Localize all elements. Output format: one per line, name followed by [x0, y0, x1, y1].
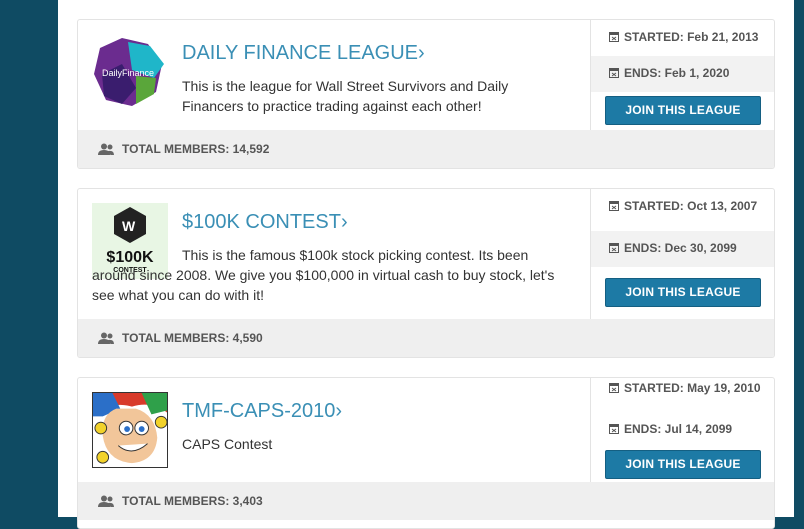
league-title-link[interactable]: $100K CONTEST›	[182, 211, 348, 234]
league-dates-panel: STARTED: May 19, 2010 ENDS: Jul 14, 2099…	[590, 378, 774, 482]
members-count: TOTAL MEMBERS: 3,403	[122, 494, 263, 508]
members-icon	[98, 143, 114, 155]
ends-date: ENDS: Feb 1, 2020	[591, 56, 774, 92]
league-title-link[interactable]: TMF-CAPS-2010›	[182, 400, 342, 423]
ends-text: ENDS: Jul 14, 2099	[624, 422, 733, 436]
join-league-button[interactable]: JOIN THIS LEAGUE	[605, 278, 761, 307]
started-date: STARTED: Feb 21, 2013	[591, 20, 774, 56]
calendar-icon	[609, 423, 619, 434]
league-card: W $100K CONTEST $100K CONTEST› This is t…	[77, 188, 775, 358]
started-date: STARTED: May 19, 2010	[591, 378, 774, 412]
ends-text: ENDS: Feb 1, 2020	[624, 66, 730, 80]
logo-mark: W	[122, 218, 136, 234]
ends-date: ENDS: Dec 30, 2099	[591, 231, 774, 267]
league-dates-panel: STARTED: Feb 21, 2013 ENDS: Feb 1, 2020 …	[590, 20, 774, 130]
daily-finance-logo[interactable]: DailyFinance	[92, 34, 168, 110]
calendar-icon	[609, 31, 619, 42]
members-footer: TOTAL MEMBERS: 4,590	[78, 319, 774, 357]
league-title-link[interactable]: DAILY FINANCE LEAGUE›	[182, 42, 425, 65]
league-card: DailyFinance DAILY FINANCE LEAGUE› This …	[77, 19, 775, 169]
tmf-jester-logo[interactable]	[92, 392, 168, 468]
ends-text: ENDS: Dec 30, 2099	[624, 241, 737, 255]
league-card: TMF-CAPS-2010› CAPS Contest STARTED: May…	[77, 377, 775, 529]
started-text: STARTED: Oct 13, 2007	[624, 199, 758, 213]
started-text: STARTED: May 19, 2010	[624, 381, 761, 395]
members-icon	[98, 495, 114, 507]
join-league-button[interactable]: JOIN THIS LEAGUE	[605, 96, 761, 125]
ends-date: ENDS: Jul 14, 2099	[591, 412, 774, 444]
members-footer: TOTAL MEMBERS: 14,592	[78, 130, 774, 168]
members-footer: TOTAL MEMBERS: 3,403	[78, 482, 774, 520]
members-count: TOTAL MEMBERS: 4,590	[122, 331, 263, 345]
members-count: TOTAL MEMBERS: 14,592	[122, 142, 270, 156]
calendar-icon	[609, 67, 619, 78]
league-list: DailyFinance DAILY FINANCE LEAGUE› This …	[58, 0, 794, 529]
calendar-icon	[609, 381, 619, 393]
calendar-icon	[609, 200, 619, 211]
calendar-icon	[609, 242, 619, 253]
logo-text: DailyFinance	[102, 68, 154, 78]
league-description: CAPS Contest	[182, 436, 273, 452]
started-text: STARTED: Feb 21, 2013	[624, 30, 759, 44]
started-date: STARTED: Oct 13, 2007	[591, 189, 774, 231]
league-description: This is the league for Wall Street Survi…	[182, 78, 509, 114]
join-league-button[interactable]: JOIN THIS LEAGUE	[605, 450, 761, 479]
league-description: This is the famous $100k stock picking c…	[92, 247, 555, 303]
members-icon	[98, 332, 114, 344]
league-dates-panel: STARTED: Oct 13, 2007 ENDS: Dec 30, 2099…	[590, 189, 774, 319]
